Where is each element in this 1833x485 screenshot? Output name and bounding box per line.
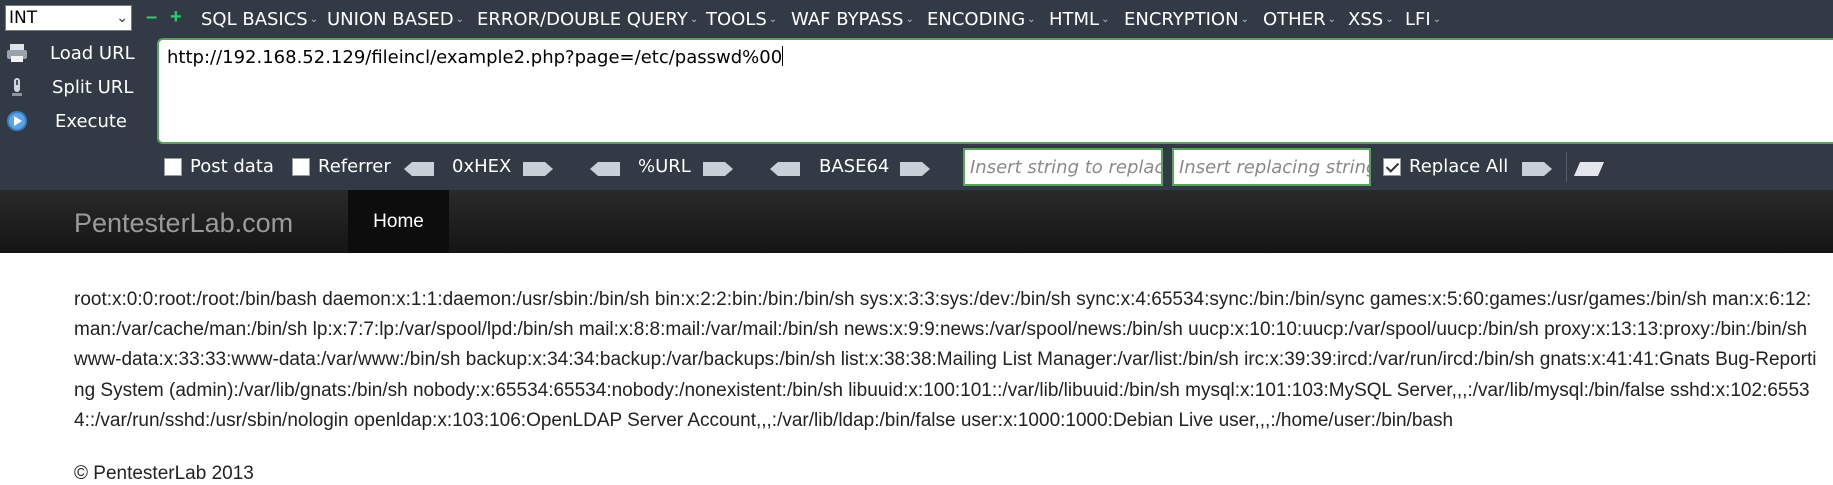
caret-icon: ⌄	[309, 13, 319, 25]
menu-label: ERROR/DOUBLE QUERY	[477, 8, 688, 30]
menu-label: ENCRYPTION	[1124, 8, 1239, 30]
referrer-label: Referrer	[318, 156, 391, 177]
base64-label[interactable]: BASE64	[819, 156, 889, 177]
caret-icon: ⌄	[1027, 13, 1036, 25]
split-url-button[interactable]: Split URL	[0, 72, 150, 102]
menu-label: XSS	[1348, 8, 1384, 30]
injection-type-value: INT	[9, 8, 38, 28]
referrer-checkbox[interactable]	[292, 157, 310, 176]
menu-waf-bypass[interactable]: WAF BYPASS ⌄	[791, 7, 914, 31]
load-url-label: Load URL	[50, 42, 135, 64]
replace-all-toggle[interactable]: Replace All	[1383, 156, 1508, 177]
hex-label[interactable]: 0xHEX	[452, 156, 511, 177]
caret-icon: ⌄	[1327, 13, 1336, 25]
printer-icon	[7, 44, 27, 62]
load-url-button[interactable]: Load URL	[0, 38, 150, 68]
referrer-toggle[interactable]: Referrer	[292, 156, 391, 177]
menu-tools[interactable]: TOOLS ⌄	[706, 7, 777, 31]
url-encode-label[interactable]: %URL	[638, 156, 691, 177]
url-textarea[interactable]: http://192.168.52.129/fileincl/example2.…	[157, 38, 1833, 144]
menu-lfi[interactable]: LFI ⌄	[1405, 7, 1441, 31]
nav-home-label: Home	[373, 210, 424, 232]
caret-icon: ⌄	[768, 13, 778, 25]
play-icon	[7, 111, 27, 131]
menu-xss[interactable]: XSS ⌄	[1348, 7, 1394, 31]
minus-icon[interactable]: –	[146, 6, 157, 29]
caret-icon: ⌄	[1101, 13, 1110, 25]
site-brand[interactable]: PentesterLab.com	[74, 208, 293, 239]
execute-label: Execute	[55, 110, 127, 132]
site-footer: © PentesterLab 2013	[74, 463, 254, 484]
menu-encoding[interactable]: ENCODING ⌄	[927, 7, 1036, 31]
menu-label: WAF BYPASS	[791, 8, 904, 30]
hackbar-menubar: INT ⌄ – + SQL BASICS ⌄ UNION BASED ⌄ ERROR…	[0, 0, 1833, 36]
url-encode-arrow-icon[interactable]	[703, 162, 733, 176]
menu-error-double-query[interactable]: ERROR/DOUBLE QUERY ⌄	[477, 7, 698, 31]
replace-string-placeholder: Insert string to replace	[970, 157, 1163, 178]
menu-encryption[interactable]: ENCRYPTION ⌄	[1124, 7, 1249, 31]
menu-label: ENCODING	[927, 8, 1026, 30]
chevron-down-icon: ⌄	[116, 10, 128, 26]
swap-arrow-icon[interactable]	[1574, 162, 1604, 176]
injection-type-select[interactable]: INT ⌄	[5, 5, 132, 31]
text-cursor	[782, 46, 784, 66]
post-data-checkbox[interactable]	[164, 157, 182, 176]
menu-label: OTHER	[1263, 8, 1326, 30]
replacing-string-input[interactable]: Insert replacing string	[1172, 148, 1371, 186]
plus-icon[interactable]: +	[170, 6, 182, 29]
caret-icon: ⌄	[689, 13, 699, 25]
hex-encode-arrow-icon[interactable]	[523, 162, 553, 176]
caret-icon: ⌄	[1432, 13, 1442, 25]
replace-arrow-icon[interactable]	[1522, 162, 1552, 176]
menu-label: HTML	[1049, 8, 1100, 30]
menu-label: UNION BASED	[327, 8, 454, 30]
replacing-string-placeholder: Insert replacing string	[1179, 157, 1371, 178]
execute-button[interactable]: Execute	[0, 106, 150, 136]
hackbar-toolbar: INT ⌄ – + SQL BASICS ⌄ UNION BASED ⌄ ERROR…	[0, 0, 1833, 190]
url-decode-arrow-icon[interactable]	[590, 162, 620, 176]
caret-icon: ⌄	[905, 13, 914, 25]
caret-icon: ⌄	[1240, 13, 1249, 25]
split-icon	[12, 78, 22, 96]
base64-decode-arrow-icon[interactable]	[770, 162, 800, 176]
hex-decode-arrow-icon[interactable]	[404, 162, 434, 176]
passwd-output: root:x:0:0:root:/root:/bin/bash daemon:x…	[74, 289, 1817, 431]
menu-sql-basics[interactable]: SQL BASICS ⌄	[201, 7, 318, 31]
menu-label: LFI	[1405, 8, 1431, 30]
menu-label: SQL BASICS	[201, 8, 308, 30]
replace-all-label: Replace All	[1409, 156, 1509, 177]
replace-all-checkbox[interactable]	[1383, 157, 1401, 176]
post-data-label: Post data	[190, 156, 274, 177]
menu-label: TOOLS	[706, 8, 767, 30]
nav-home-link[interactable]: Home	[348, 190, 449, 253]
replace-string-input[interactable]: Insert string to replace	[963, 148, 1163, 186]
caret-icon: ⌄	[1385, 13, 1394, 25]
caret-icon: ⌄	[455, 13, 465, 25]
url-value: http://192.168.52.129/fileincl/example2.…	[167, 47, 783, 68]
site-navbar: PentesterLab.com Home	[0, 190, 1833, 253]
menu-union-based[interactable]: UNION BASED ⌄	[327, 7, 464, 31]
post-data-toggle[interactable]: Post data	[164, 156, 274, 177]
menu-html[interactable]: HTML ⌄	[1049, 7, 1109, 31]
base64-encode-arrow-icon[interactable]	[900, 162, 930, 176]
toolbar-divider	[1566, 152, 1567, 182]
menu-other[interactable]: OTHER ⌄	[1263, 7, 1336, 31]
split-url-label: Split URL	[52, 76, 134, 98]
